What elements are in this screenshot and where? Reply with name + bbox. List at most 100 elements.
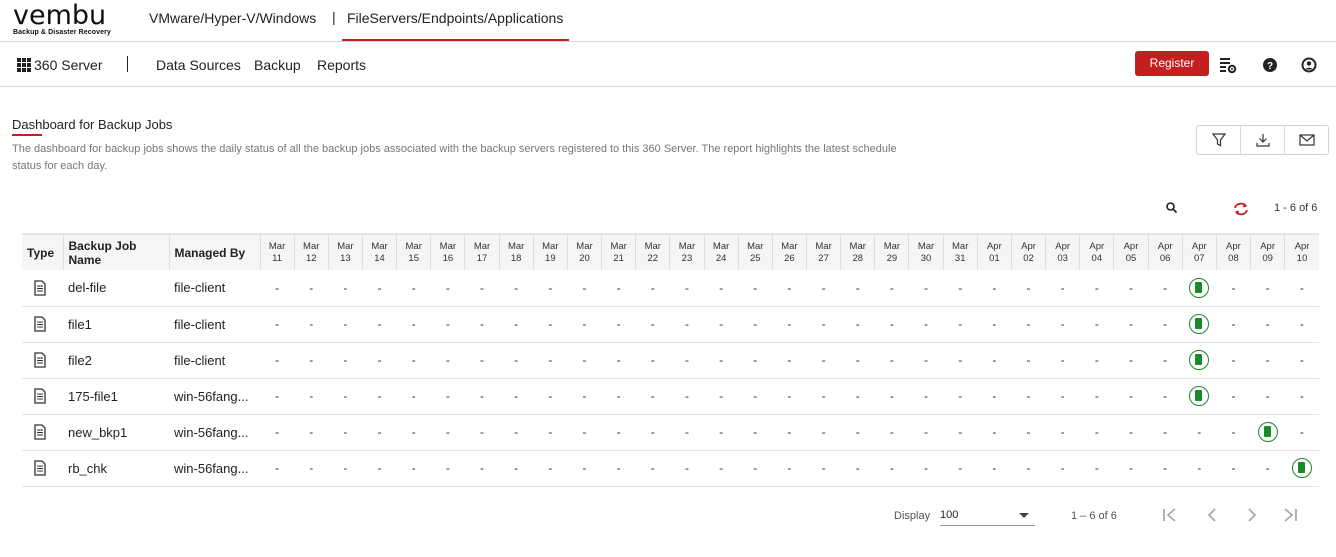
header-type[interactable]: Type: [22, 233, 64, 270]
status-cell-empty: -: [943, 450, 978, 487]
filter-button[interactable]: [1197, 126, 1241, 154]
help-icon[interactable]: ?: [1261, 56, 1279, 74]
status-cell-empty: -: [1113, 306, 1149, 343]
success-status-icon[interactable]: [1291, 458, 1312, 478]
status-cell-empty: -: [1045, 450, 1080, 487]
status-cell-empty: -: [362, 414, 397, 451]
page-size-select[interactable]: 100: [940, 505, 1035, 526]
status-cell[interactable]: [1182, 306, 1217, 343]
nav-data-sources[interactable]: Data Sources: [156, 57, 241, 73]
status-cell-empty: -: [806, 270, 841, 307]
header-date-month: Apr: [986, 240, 1002, 252]
page-description: The dashboard for backup jobs shows the …: [12, 143, 897, 172]
table-row[interactable]: del-file file-client - - - - - - - - - - - - - - - - - - - - -…: [22, 270, 1319, 307]
register-button[interactable]: Register: [1135, 51, 1209, 76]
tab-vmware-hyperv-windows[interactable]: VMware/Hyper-V/Windows: [149, 10, 316, 26]
status-cell[interactable]: [1284, 450, 1319, 487]
status-cell-empty: -: [1113, 450, 1149, 487]
download-button[interactable]: [1241, 126, 1285, 154]
cell-job-name[interactable]: 175-file1: [63, 378, 169, 415]
success-status-icon[interactable]: [1257, 422, 1278, 442]
vembu-logo[interactable]: vembu Backup & Disaster Recovery: [13, 2, 123, 38]
status-cell-empty: -: [840, 378, 875, 415]
status-cell-empty: -: [1250, 378, 1285, 415]
status-cell-empty: -: [1216, 450, 1251, 487]
status-cell[interactable]: [1182, 270, 1217, 307]
top-bar: vembu Backup & Disaster Recovery VMware/…: [0, 0, 1336, 42]
cell-job-name[interactable]: new_bkp1: [63, 414, 169, 451]
cell-job-name[interactable]: file1: [63, 306, 169, 343]
chevron-left-icon: [1207, 508, 1216, 522]
table-row[interactable]: rb_chk win-56fang... - - - - - - - - - - - - - - - - - - - - -…: [22, 450, 1319, 487]
header-date: Mar 14: [362, 233, 398, 270]
email-button[interactable]: [1285, 126, 1328, 154]
last-page-button[interactable]: [1281, 506, 1299, 524]
previous-page-button[interactable]: [1203, 506, 1221, 524]
header-date-month: Mar: [303, 240, 320, 252]
status-cell-empty: -: [806, 342, 841, 379]
header-date-day: 01: [989, 252, 1000, 264]
success-status-icon[interactable]: [1189, 277, 1210, 298]
first-page-button[interactable]: [1161, 506, 1179, 524]
refresh-icon[interactable]: [1232, 201, 1250, 217]
status-cell-empty: -: [1250, 342, 1285, 379]
status-cell-empty: -: [704, 306, 739, 343]
header-date-day: 04: [1091, 252, 1103, 264]
header-date-day: 02: [1023, 252, 1034, 264]
table-row[interactable]: 175-file1 win-56fang... - - - - - - - - - - - - - - - - - -…: [22, 378, 1319, 415]
next-page-button[interactable]: [1243, 506, 1261, 524]
header-job-name[interactable]: Backup Job Name: [63, 233, 170, 270]
status-cell-empty: -: [1045, 306, 1080, 343]
status-cell-empty: -: [1079, 414, 1114, 451]
cell-type: [22, 378, 63, 415]
status-cell-empty: -: [874, 306, 909, 343]
header-date-month: Mar: [337, 240, 354, 252]
status-cell-empty: -: [1216, 414, 1251, 451]
status-cell-empty: -: [840, 306, 875, 343]
header-date: Mar 26: [772, 233, 808, 270]
table-row[interactable]: file2 file-client - - - - - - - - - - - - - - - - - - - - - - - -…: [22, 342, 1319, 379]
status-cell-empty: -: [806, 306, 841, 343]
header-date: Apr 09: [1250, 233, 1286, 270]
success-status-icon[interactable]: [1189, 350, 1210, 370]
header-date-day: 06: [1159, 252, 1171, 264]
table-row[interactable]: file1 file-client - - - - - - - - - - - - - - - - - - - - - - - -…: [22, 306, 1319, 343]
apps-grid-icon[interactable]: [17, 58, 31, 72]
status-cell-empty: -: [1284, 342, 1319, 379]
backup-jobs-table: Type Backup Job Name Managed By Mar 11 Mar…: [22, 233, 1319, 487]
cell-job-name[interactable]: del-file: [63, 270, 169, 307]
server-label[interactable]: 360 Server: [34, 57, 102, 73]
success-status-icon[interactable]: [1189, 314, 1210, 334]
status-cell-empty: -: [1148, 270, 1183, 307]
nav-reports[interactable]: Reports: [317, 57, 366, 73]
cell-job-name[interactable]: file2: [63, 342, 169, 379]
status-cell-empty: -: [1045, 342, 1080, 379]
header-date-month: Mar: [542, 240, 559, 252]
header-date-month: Apr: [1089, 240, 1105, 252]
header-date: Apr 05: [1113, 233, 1149, 270]
settings-icon[interactable]: [1219, 56, 1237, 74]
status-cell-empty: -: [328, 270, 363, 307]
nav-backup[interactable]: Backup: [254, 57, 301, 73]
status-cell-empty: -: [294, 342, 329, 379]
status-cell[interactable]: [1182, 342, 1217, 379]
search-icon[interactable]: [1165, 201, 1179, 215]
header-date-month: Mar: [781, 240, 798, 252]
header-date-day: 31: [954, 252, 966, 264]
status-cell-empty: -: [874, 342, 909, 379]
status-cell-empty: -: [1148, 378, 1183, 415]
user-icon[interactable]: [1300, 56, 1318, 74]
tab-fileservers-endpoints-applications[interactable]: FileServers/Endpoints/Applications: [347, 10, 563, 26]
success-status-icon[interactable]: [1189, 386, 1210, 406]
table-row[interactable]: new_bkp1 win-56fang... - - - - - - - - - - - - - - - - - - -…: [22, 414, 1319, 451]
status-cell-empty: -: [328, 342, 363, 379]
header-managed-by[interactable]: Managed By: [169, 233, 261, 270]
status-cell-empty: -: [294, 270, 329, 307]
status-cell-empty: -: [362, 306, 397, 343]
status-cell-empty: -: [738, 378, 773, 415]
status-cell-empty: -: [1216, 270, 1251, 307]
status-cell[interactable]: [1250, 414, 1285, 451]
header-date-month: Apr: [1021, 240, 1036, 252]
cell-job-name[interactable]: rb_chk: [63, 450, 169, 487]
status-cell[interactable]: [1182, 378, 1217, 415]
